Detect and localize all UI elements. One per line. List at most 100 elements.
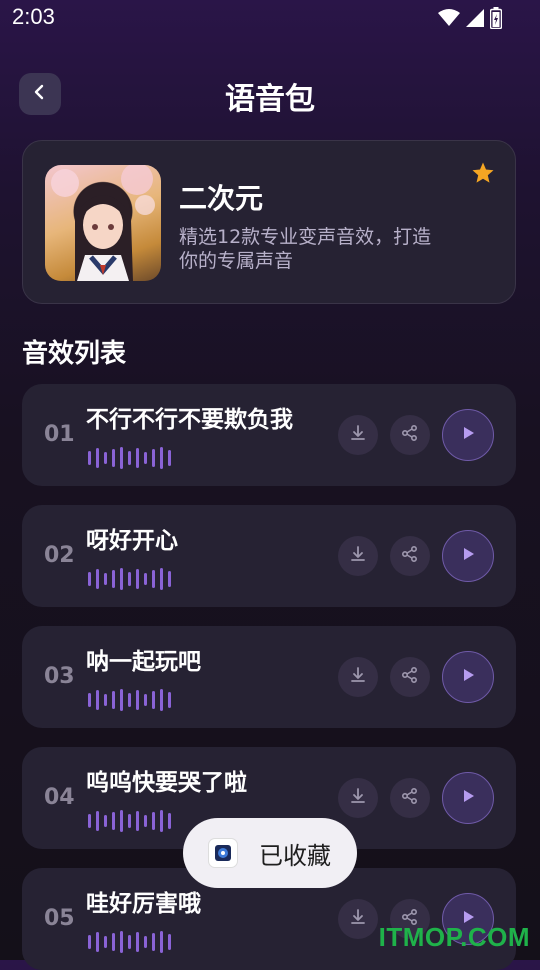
wave-bar xyxy=(88,572,91,586)
wave-bar xyxy=(120,689,123,711)
wave-bar xyxy=(144,936,147,948)
play-button[interactable] xyxy=(442,409,494,461)
favorite-star-icon[interactable] xyxy=(471,161,495,189)
wave-bar xyxy=(104,573,107,585)
play-button[interactable] xyxy=(442,772,494,824)
sound-item[interactable]: 03 呐一起玩吧 xyxy=(22,626,516,728)
wave-bar xyxy=(168,450,171,466)
wave-bar xyxy=(88,693,91,707)
play-icon xyxy=(459,424,477,446)
wave-bar xyxy=(136,448,139,468)
waveform-icon xyxy=(88,567,171,591)
battery-icon xyxy=(489,7,503,33)
wave-bar xyxy=(152,691,155,709)
wave-bar xyxy=(152,570,155,588)
wave-bar xyxy=(96,932,99,952)
item-number: 03 xyxy=(44,664,75,689)
wave-bar xyxy=(104,936,107,948)
wave-bar xyxy=(160,931,163,953)
waveform-icon xyxy=(88,809,171,833)
wave-bar xyxy=(120,810,123,832)
share-icon xyxy=(401,545,419,567)
wave-bar xyxy=(144,452,147,464)
download-button[interactable] xyxy=(338,657,378,697)
download-button[interactable] xyxy=(338,778,378,818)
wave-bar xyxy=(104,452,107,464)
status-time: 2:03 xyxy=(12,4,55,29)
download-icon xyxy=(349,666,367,688)
item-title: 呀好开心 xyxy=(86,528,178,554)
wave-bar xyxy=(120,568,123,590)
wave-bar xyxy=(168,934,171,950)
download-icon xyxy=(349,545,367,567)
sound-item[interactable]: 01 不行不行不要欺负我 xyxy=(22,384,516,486)
wave-bar xyxy=(96,811,99,831)
play-button[interactable] xyxy=(442,651,494,703)
wave-bar xyxy=(160,689,163,711)
section-title: 音效列表 xyxy=(22,339,127,369)
wave-bar xyxy=(136,569,139,589)
share-button[interactable] xyxy=(390,657,430,697)
wave-bar xyxy=(96,569,99,589)
wave-bar xyxy=(112,812,115,830)
pack-name: 二次元 xyxy=(179,182,264,215)
share-button[interactable] xyxy=(390,415,430,455)
share-icon xyxy=(401,787,419,809)
item-number: 05 xyxy=(44,906,75,931)
pack-card: 二次元 精选12款专业变声音效，打造你的专属声音 xyxy=(22,140,516,304)
status-bar: 2:03 xyxy=(0,0,540,38)
play-icon xyxy=(459,787,477,809)
wave-bar xyxy=(128,693,131,707)
wave-bar xyxy=(144,815,147,827)
wave-bar xyxy=(152,933,155,951)
wave-bar xyxy=(152,449,155,467)
wave-bar xyxy=(136,811,139,831)
pack-description: 精选12款专业变声音效，打造你的专属声音 xyxy=(179,226,432,272)
wave-bar xyxy=(128,451,131,465)
waveform-icon xyxy=(88,688,171,712)
share-icon xyxy=(401,424,419,446)
wave-bar xyxy=(120,931,123,953)
item-title: 呜呜快要哭了啦 xyxy=(86,770,247,796)
download-button[interactable] xyxy=(338,536,378,576)
download-button[interactable] xyxy=(338,899,378,939)
watermark: ITMOP.COM xyxy=(378,922,530,952)
wave-bar xyxy=(88,935,91,949)
wave-bar xyxy=(128,572,131,586)
wave-bar xyxy=(112,933,115,951)
wave-bar xyxy=(128,814,131,828)
share-icon xyxy=(401,666,419,688)
play-button[interactable] xyxy=(442,530,494,582)
item-title: 不行不行不要欺负我 xyxy=(86,407,293,433)
wave-bar xyxy=(120,447,123,469)
wave-bar xyxy=(112,691,115,709)
item-number: 04 xyxy=(44,785,75,810)
wave-bar xyxy=(168,571,171,587)
wave-bar xyxy=(96,448,99,468)
wave-bar xyxy=(160,568,163,590)
download-button[interactable] xyxy=(338,415,378,455)
wave-bar xyxy=(104,815,107,827)
download-icon xyxy=(349,787,367,809)
wave-bar xyxy=(144,694,147,706)
wave-bar xyxy=(168,692,171,708)
wave-bar xyxy=(88,814,91,828)
toast-text: 已收藏 xyxy=(259,841,331,870)
share-button[interactable] xyxy=(390,536,430,576)
toast: 已收藏 xyxy=(183,818,357,888)
wave-bar xyxy=(112,449,115,467)
wave-bar xyxy=(104,694,107,706)
share-button[interactable] xyxy=(390,778,430,818)
status-icons xyxy=(438,7,503,33)
item-title: 呐一起玩吧 xyxy=(86,649,201,675)
play-icon xyxy=(459,666,477,688)
download-icon xyxy=(349,424,367,446)
item-title: 哇好厉害哦 xyxy=(86,891,201,917)
wave-bar xyxy=(144,573,147,585)
wave-bar xyxy=(112,570,115,588)
wave-bar xyxy=(128,935,131,949)
waveform-icon xyxy=(88,446,171,470)
wave-bar xyxy=(136,932,139,952)
app-icon xyxy=(209,839,237,867)
sound-item[interactable]: 02 呀好开心 xyxy=(22,505,516,607)
